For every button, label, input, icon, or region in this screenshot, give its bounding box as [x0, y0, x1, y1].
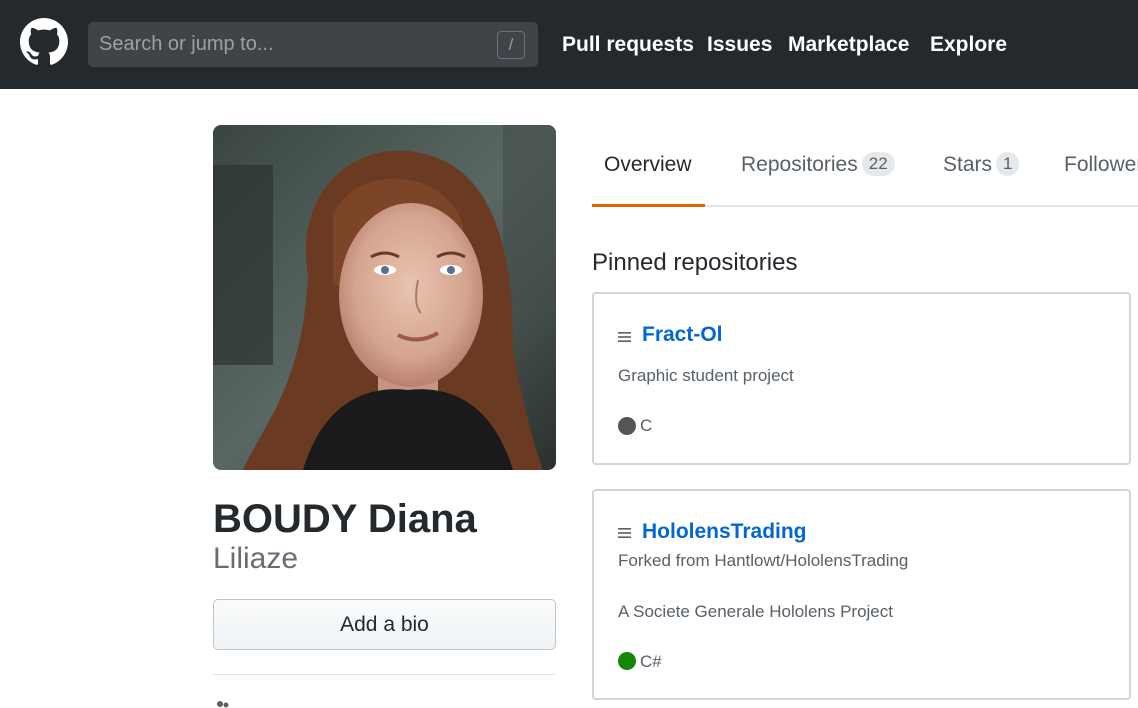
tab-stars-label: Stars: [943, 153, 993, 176]
repo-language: C: [640, 416, 653, 435]
tab-followers-label: Followers: [1064, 153, 1138, 176]
search-input[interactable]: [88, 22, 488, 67]
global-header: / Pull requests Issues Marketplace Explo…: [0, 0, 1138, 89]
profile-full-name: BOUDY Diana: [213, 497, 477, 541]
pinned-repositories-heading: Pinned repositories: [592, 249, 798, 276]
divider: [213, 674, 556, 675]
add-bio-button[interactable]: Add a bio: [213, 599, 556, 650]
tab-stars[interactable]: Stars 1: [943, 150, 1020, 180]
repo-forked-from: Forked from Hantlowt/HololensTrading: [618, 551, 909, 570]
repo-icon: [618, 332, 631, 342]
nav-explore[interactable]: Explore: [930, 32, 1007, 58]
nav-marketplace[interactable]: Marketplace: [788, 32, 909, 58]
tab-overview[interactable]: Overview: [604, 150, 692, 180]
people-icon: [217, 701, 229, 708]
stars-counter: 1: [996, 152, 1020, 176]
repo-icon: [618, 528, 631, 538]
tab-overview-label: Overview: [604, 153, 692, 176]
tab-followers[interactable]: Followers: [1064, 150, 1138, 180]
tab-repositories-label: Repositories: [741, 153, 858, 176]
search-box: /: [88, 22, 538, 67]
language-color-dot: [618, 417, 636, 435]
repo-description: Graphic student project: [618, 366, 794, 385]
tab-repositories[interactable]: Repositories 22: [741, 150, 895, 180]
repo-language: C#: [640, 652, 662, 671]
active-tab-indicator: [592, 204, 705, 207]
search-shortcut-badge: /: [497, 31, 525, 59]
repo-link[interactable]: HololensTrading: [642, 519, 807, 545]
nav-issues[interactable]: Issues: [707, 32, 772, 58]
pinned-repo-card: HololensTrading Forked from Hantlowt/Hol…: [592, 489, 1131, 700]
avatar[interactable]: [213, 125, 556, 470]
repositories-counter: 22: [861, 152, 895, 176]
repo-link[interactable]: Fract-Ol: [642, 322, 723, 348]
nav-pull-requests[interactable]: Pull requests: [562, 32, 694, 58]
profile-login: Liliaze: [213, 542, 299, 575]
language-color-dot: [618, 652, 636, 670]
pinned-repo-card: Fract-Ol Graphic student project C: [592, 292, 1131, 465]
github-logo-icon[interactable]: [20, 18, 68, 66]
repo-description: A Societe Generale Hololens Project: [618, 602, 893, 621]
